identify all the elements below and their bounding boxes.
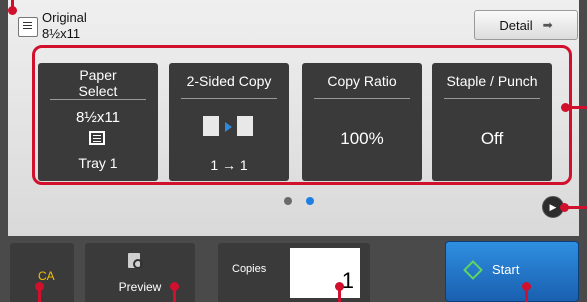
copies-area: Copies 1 bbox=[218, 243, 370, 302]
copies-value: 1 bbox=[341, 268, 354, 293]
start-icon bbox=[463, 260, 483, 280]
duplex-value: 1 → 1 bbox=[210, 157, 248, 173]
two-sided-copy-key[interactable]: 2-Sided Copy 1 → 1 bbox=[169, 63, 289, 181]
tray-value: Tray 1 bbox=[78, 155, 118, 171]
page-dot-1[interactable] bbox=[284, 197, 292, 205]
key-title: Paper Select bbox=[78, 67, 118, 99]
tray-icon bbox=[89, 131, 105, 145]
staple-punch-key[interactable]: Staple / Punch Off bbox=[432, 63, 552, 181]
copies-input[interactable]: 1 bbox=[290, 248, 360, 298]
start-button[interactable]: Start bbox=[445, 241, 579, 302]
original-size: 8½x11 bbox=[42, 26, 81, 41]
copy-ratio-key[interactable]: Copy Ratio 100% bbox=[302, 63, 422, 181]
callout-dot bbox=[560, 203, 569, 212]
callout-dot bbox=[335, 282, 344, 291]
copies-label: Copies bbox=[232, 263, 267, 275]
duplex-icon bbox=[203, 116, 259, 138]
page-dot-2[interactable] bbox=[306, 197, 314, 205]
callout-dot bbox=[170, 282, 179, 291]
original-label: Original bbox=[42, 10, 87, 25]
main-panel: Original 8½x11 Detail ➡ Paper Select 8½x1… bbox=[8, 0, 579, 236]
original-icon[interactable] bbox=[18, 17, 38, 37]
preview-button[interactable]: Preview bbox=[85, 243, 195, 302]
paper-select-key[interactable]: Paper Select 8½x11 Tray 1 bbox=[38, 63, 158, 181]
paper-size-value: 8½x11 bbox=[76, 109, 120, 126]
arrow-right-icon: ➡ bbox=[542, 18, 553, 32]
key-title: Copy Ratio bbox=[327, 73, 397, 89]
ca-button[interactable]: CA bbox=[10, 243, 74, 302]
copy-screen: Original 8½x11 Detail ➡ Paper Select 8½x1… bbox=[0, 0, 587, 302]
callout-dot bbox=[561, 103, 570, 112]
key-title: 2-Sided Copy bbox=[186, 73, 272, 89]
callout-dot bbox=[8, 6, 17, 15]
detail-label: Detail bbox=[499, 17, 533, 33]
staple-punch-value: Off bbox=[480, 129, 504, 148]
preview-icon bbox=[128, 253, 143, 269]
detail-button[interactable]: Detail ➡ bbox=[474, 10, 578, 40]
callout-dot bbox=[522, 282, 531, 291]
copy-ratio-value: 100% bbox=[340, 129, 384, 148]
key-title: Staple / Punch bbox=[446, 73, 538, 89]
callout-dot bbox=[35, 282, 44, 291]
ca-label: CA bbox=[38, 269, 55, 283]
start-label: Start bbox=[492, 262, 520, 277]
